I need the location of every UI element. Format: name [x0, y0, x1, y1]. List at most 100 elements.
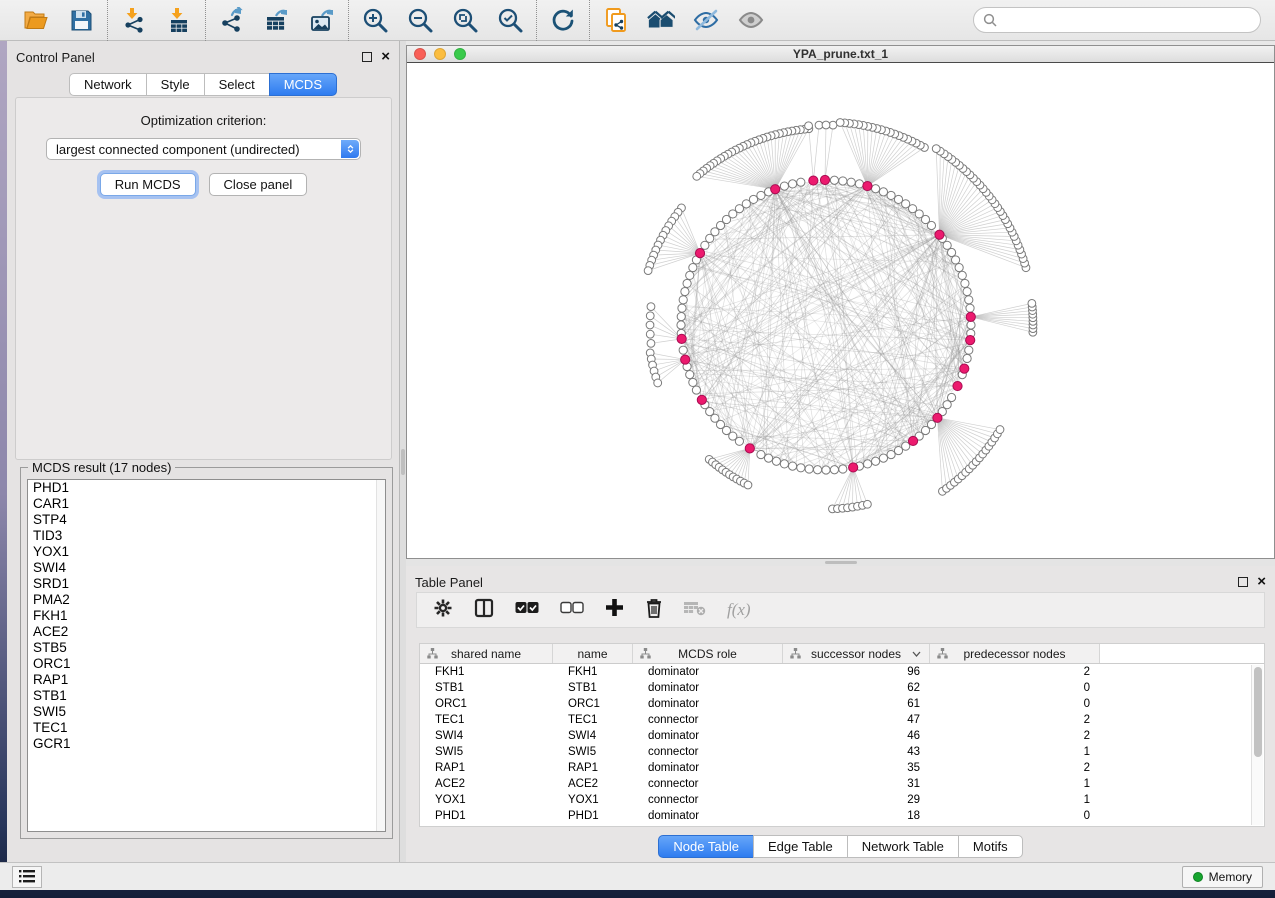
cell-MCDS-role[interactable]: connector — [633, 794, 783, 806]
hide-selected-icon[interactable] — [692, 6, 720, 34]
ring-node[interactable] — [855, 180, 863, 188]
tab-node-table[interactable]: Node Table — [658, 835, 754, 858]
mcds-result-item[interactable]: STB5 — [28, 640, 385, 656]
memory-button[interactable]: Memory — [1182, 866, 1263, 888]
cell-successor-nodes[interactable]: 31 — [783, 778, 930, 790]
close-panel-button[interactable]: Close panel — [209, 173, 308, 196]
deselect-all-icon[interactable] — [560, 601, 584, 619]
float-panel-icon[interactable] — [362, 52, 372, 62]
mcds-result-item[interactable]: SRD1 — [28, 576, 385, 592]
mcds-hub-node[interactable] — [908, 436, 917, 445]
ring-node[interactable] — [772, 457, 780, 465]
column-header-shared-name[interactable]: shared name — [420, 644, 553, 663]
cell-shared-name[interactable]: YOX1 — [420, 794, 553, 806]
ring-node[interactable] — [780, 460, 788, 468]
ring-node[interactable] — [871, 457, 879, 465]
cell-MCDS-role[interactable]: connector — [633, 714, 783, 726]
mcds-result-item[interactable]: STP4 — [28, 512, 385, 528]
cell-name[interactable]: YOX1 — [553, 794, 633, 806]
save-session-icon[interactable] — [67, 6, 95, 34]
ring-node[interactable] — [757, 191, 765, 199]
leaf-node[interactable] — [822, 121, 830, 129]
task-history-button[interactable] — [12, 866, 42, 888]
duplicate-network-icon[interactable] — [602, 6, 630, 34]
cell-predecessor-nodes[interactable]: 2 — [930, 666, 1100, 678]
ring-node[interactable] — [871, 185, 879, 193]
cell-shared-name[interactable]: TEC1 — [420, 714, 553, 726]
cell-MCDS-role[interactable]: dominator — [633, 730, 783, 742]
import-network-icon[interactable] — [120, 6, 148, 34]
ring-node[interactable] — [965, 346, 973, 354]
cell-shared-name[interactable]: PHD1 — [420, 810, 553, 822]
cell-shared-name[interactable]: STB1 — [420, 682, 553, 694]
leaf-node[interactable] — [863, 500, 871, 508]
cell-predecessor-nodes[interactable]: 1 — [930, 794, 1100, 806]
tab-network-table[interactable]: Network Table — [847, 835, 959, 858]
table-row[interactable]: TEC1TEC1connector472 — [420, 712, 1264, 728]
ring-node[interactable] — [830, 176, 838, 184]
leaf-node[interactable] — [932, 145, 940, 153]
float-table-panel-icon[interactable] — [1238, 577, 1248, 587]
ring-node[interactable] — [757, 450, 765, 458]
ring-node[interactable] — [887, 191, 895, 199]
show-all-icon[interactable] — [647, 6, 675, 34]
leaf-node[interactable] — [693, 172, 701, 180]
ring-node[interactable] — [965, 296, 973, 304]
ring-node[interactable] — [764, 454, 772, 462]
mcds-hub-node[interactable] — [681, 355, 690, 364]
cell-MCDS-role[interactable]: dominator — [633, 698, 783, 710]
cell-predecessor-nodes[interactable]: 0 — [930, 698, 1100, 710]
network-window-titlebar[interactable]: YPA_prune.txt_1 — [407, 46, 1274, 63]
add-column-icon[interactable] — [605, 598, 624, 622]
ring-node[interactable] — [689, 263, 697, 271]
ring-node[interactable] — [847, 178, 855, 186]
select-all-icon[interactable] — [515, 601, 539, 619]
table-row[interactable]: YOX1YOX1connector291 — [420, 792, 1264, 808]
table-row[interactable]: ACE2ACE2connector311 — [420, 776, 1264, 792]
mcds-hub-node[interactable] — [863, 181, 872, 190]
ring-node[interactable] — [963, 354, 971, 362]
table-row[interactable]: SWI5SWI5connector431 — [420, 744, 1264, 760]
export-network-icon[interactable] — [218, 6, 246, 34]
ring-node[interactable] — [681, 287, 689, 295]
cell-name[interactable]: ACE2 — [553, 778, 633, 790]
mcds-result-item[interactable]: GCR1 — [28, 736, 385, 752]
search-input[interactable] — [997, 13, 1251, 27]
zoom-fit-icon[interactable] — [451, 6, 479, 34]
run-mcds-button[interactable]: Run MCDS — [100, 173, 196, 196]
cell-shared-name[interactable]: RAP1 — [420, 762, 553, 774]
zoom-selected-icon[interactable] — [496, 6, 524, 34]
mcds-result-item[interactable]: FKH1 — [28, 608, 385, 624]
leaf-node[interactable] — [646, 312, 654, 320]
leaf-node[interactable] — [646, 321, 654, 329]
ring-node[interactable] — [830, 466, 838, 474]
mcds-result-item[interactable]: SWI4 — [28, 560, 385, 576]
ring-node[interactable] — [839, 465, 847, 473]
cell-MCDS-role[interactable]: dominator — [633, 762, 783, 774]
mcds-hub-node[interactable] — [953, 381, 962, 390]
cell-predecessor-nodes[interactable]: 0 — [930, 810, 1100, 822]
ring-node[interactable] — [894, 195, 902, 203]
ring-node[interactable] — [678, 304, 686, 312]
ring-node[interactable] — [689, 378, 697, 386]
mcds-result-item[interactable]: PHD1 — [28, 480, 385, 496]
column-header-name[interactable]: name — [553, 644, 633, 663]
ring-node[interactable] — [683, 279, 691, 287]
ring-node[interactable] — [958, 271, 966, 279]
delete-column-icon[interactable] — [645, 598, 663, 623]
table-row[interactable]: ORC1ORC1dominator610 — [420, 696, 1264, 712]
cell-successor-nodes[interactable]: 96 — [783, 666, 930, 678]
cell-successor-nodes[interactable]: 62 — [783, 682, 930, 694]
cell-predecessor-nodes[interactable]: 1 — [930, 746, 1100, 758]
ring-node[interactable] — [966, 304, 974, 312]
ring-node[interactable] — [955, 263, 963, 271]
ring-node[interactable] — [735, 437, 743, 445]
import-table-icon[interactable] — [165, 6, 193, 34]
close-panel-icon[interactable]: × — [381, 52, 390, 62]
table-row[interactable]: SWI4SWI4dominator462 — [420, 728, 1264, 744]
ring-node[interactable] — [813, 466, 821, 474]
leaf-node[interactable] — [647, 303, 655, 311]
cell-name[interactable]: PHD1 — [553, 810, 633, 822]
close-table-panel-icon[interactable]: × — [1257, 577, 1266, 587]
mcds-result-item[interactable]: CAR1 — [28, 496, 385, 512]
